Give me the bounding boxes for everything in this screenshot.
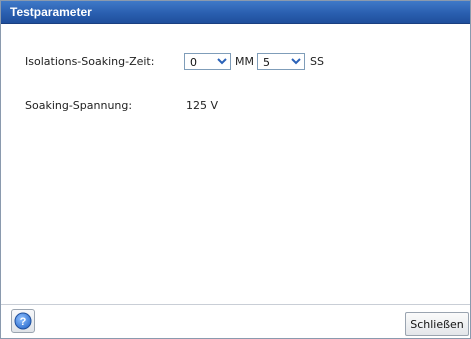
title-bar: Testparameter (1, 1, 470, 24)
soaking-time-label: Isolations-Soaking-Zeit: (25, 55, 155, 68)
question-mark-icon: ? (14, 312, 32, 330)
footer-divider (1, 304, 470, 305)
seconds-value: 5 (263, 56, 270, 69)
dialog-title: Testparameter (10, 5, 92, 19)
minutes-unit: MM (235, 55, 254, 68)
svg-text:?: ? (20, 316, 27, 328)
minutes-value: 0 (190, 56, 197, 69)
chevron-down-icon[interactable] (289, 55, 303, 68)
seconds-dropdown[interactable]: 5 (257, 53, 305, 70)
soaking-voltage-label: Soaking-Spannung: (25, 99, 133, 112)
help-button[interactable]: ? (11, 309, 35, 333)
close-button[interactable]: Schließen (405, 312, 469, 336)
minutes-dropdown[interactable]: 0 (184, 53, 231, 70)
testparameter-dialog: Testparameter Isolations-Soaking-Zeit: 0… (0, 0, 471, 339)
seconds-unit: SS (310, 55, 324, 68)
soaking-voltage-value: 125 V (186, 99, 219, 112)
chevron-down-icon[interactable] (215, 55, 229, 68)
